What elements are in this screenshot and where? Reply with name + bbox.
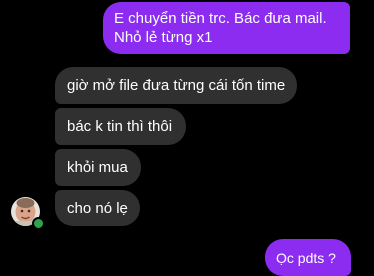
message-text: cho nó lẹ bbox=[67, 200, 128, 217]
online-status-dot bbox=[32, 217, 45, 230]
message-bubble-incoming[interactable]: khỏi mua bbox=[55, 149, 141, 186]
message-bubble-outgoing[interactable]: E chuyển tiền trc. Bác đưa mail. Nhỏ lẻ … bbox=[103, 2, 350, 54]
message-text: bác k tin thì thôi bbox=[67, 118, 173, 135]
message-text-line: Nhỏ lẻ từng x1 bbox=[114, 29, 213, 46]
message-text: giờ mở file đưa từng cái tốn time bbox=[67, 77, 286, 94]
message-text: khỏi mua bbox=[67, 159, 128, 176]
message-text-line: E chuyển tiền trc. Bác đưa mail. bbox=[114, 10, 327, 27]
message-bubble-incoming[interactable]: cho nó lẹ bbox=[55, 190, 140, 226]
message-text: Ọc pdts ? bbox=[276, 250, 336, 266]
message-bubble-incoming[interactable]: bác k tin thì thôi bbox=[55, 108, 186, 145]
message-bubble-incoming[interactable]: giờ mở file đưa từng cái tốn time bbox=[55, 67, 297, 104]
message-bubble-outgoing[interactable]: Ọc pdts ? bbox=[265, 239, 351, 276]
